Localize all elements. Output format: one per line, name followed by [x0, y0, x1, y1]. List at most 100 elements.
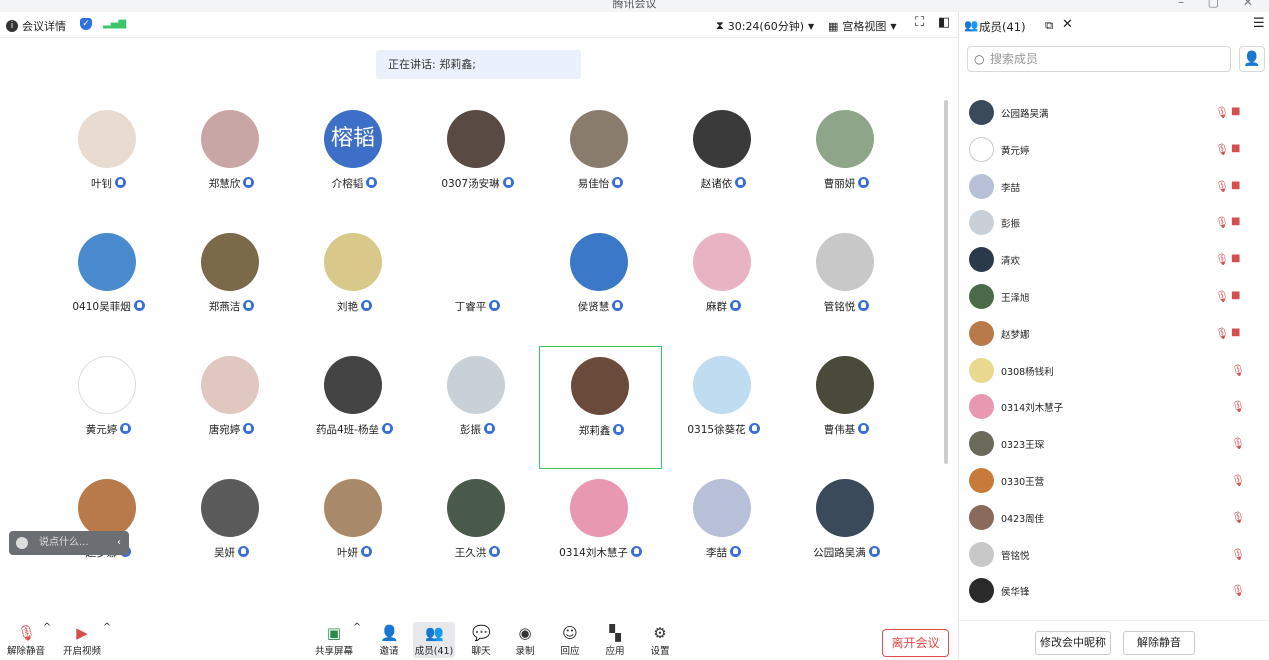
emoji-icon[interactable]	[16, 537, 28, 549]
camera-off-icon[interactable]: ■	[1231, 327, 1240, 338]
mic-muted-icon[interactable]: 🎙	[1231, 474, 1245, 487]
member-list-item[interactable]: 0308杨钱利 🎙	[969, 353, 1259, 389]
mic-muted-icon[interactable]: 🎙	[1215, 216, 1229, 229]
settings-button[interactable]: ⚙ 设置	[640, 622, 680, 657]
timer-dropdown[interactable]: ⧗ 30:24(60分钟) ▼	[716, 18, 814, 34]
close-icon[interactable]: ✕	[1062, 17, 1073, 32]
leave-meeting-button[interactable]: 离开会议	[882, 629, 949, 657]
member-list-item[interactable]: 管铭悦 🎙	[969, 537, 1259, 573]
security-shield-icon[interactable]: ✓	[80, 18, 92, 30]
menu-icon[interactable]: ☰	[1253, 16, 1265, 31]
network-signal-icon[interactable]: ▂▄▆	[103, 18, 126, 29]
member-list-item[interactable]: 清欢 🎙 ■	[969, 242, 1259, 278]
participant-tile[interactable]: 唐宛婷	[170, 346, 293, 469]
participant-name: 侯贤慧	[539, 299, 662, 314]
participant-tile[interactable]: 郑慧欣	[170, 100, 293, 223]
member-list-item[interactable]: 0314刘木慧子 🎙	[969, 389, 1259, 425]
members-button[interactable]: 👥 成员(41)	[413, 622, 455, 658]
member-list-item[interactable]: 侯华锋 🎙	[969, 573, 1259, 609]
mic-muted-icon[interactable]: 🎙	[1215, 327, 1229, 340]
member-name: 0314刘木慧子	[1001, 403, 1064, 415]
fullscreen-icon[interactable]: ⛶	[915, 15, 924, 30]
mic-muted-icon[interactable]: 🎙	[1231, 400, 1245, 413]
member-list-item[interactable]: 彭振 🎙 ■	[969, 205, 1259, 241]
mic-muted-icon[interactable]: 🎙	[1215, 106, 1229, 119]
mic-muted-icon[interactable]: 🎙	[1231, 548, 1245, 561]
member-list-item[interactable]: 黄元婷 🎙 ■	[969, 132, 1259, 168]
participant-tile[interactable]: 麻群	[662, 223, 785, 346]
start-video-button[interactable]: ▶ 开启视频	[62, 622, 102, 657]
participant-tile[interactable]: 药品4班-杨垒	[293, 346, 416, 469]
sidebar-toggle-icon[interactable]: ◧	[938, 15, 950, 30]
invite-button[interactable]: 👤 邀请	[369, 622, 409, 657]
participant-name: 易佳怡	[539, 176, 662, 191]
share-screen-label: 共享屏幕	[314, 646, 353, 657]
rename-button[interactable]: 修改会中昵称	[1035, 631, 1111, 655]
mic-muted-icon[interactable]: 🎙	[1231, 584, 1245, 597]
participant-tile[interactable]: 郑莉鑫	[539, 346, 662, 469]
apps-button[interactable]: ▚ 应用	[595, 622, 635, 657]
participant-tile[interactable]: 曹丽妍	[785, 100, 908, 223]
record-button[interactable]: ◉ 录制	[505, 622, 545, 657]
popout-icon[interactable]: ⧉	[1045, 18, 1053, 33]
participant-tile[interactable]: 李喆	[662, 469, 785, 592]
collapse-chevron-icon[interactable]: ‹	[117, 531, 121, 555]
participant-tile[interactable]: 0314刘木慧子	[539, 469, 662, 592]
participant-tile[interactable]: 刘艳	[293, 223, 416, 346]
invite-icon: 👤	[380, 624, 399, 642]
participant-tile[interactable]: 公园路吴满	[785, 469, 908, 592]
member-list-item[interactable]: 李喆 🎙 ■	[969, 169, 1259, 205]
camera-off-icon[interactable]: ■	[1231, 143, 1240, 154]
participant-tile[interactable]: 王久洪	[416, 469, 539, 592]
participant-tile[interactable]: 黄元婷	[47, 346, 170, 469]
participant-tile[interactable]: 赵诸依	[662, 100, 785, 223]
mic-muted-icon[interactable]: 🎙	[1231, 437, 1245, 450]
view-mode-dropdown[interactable]: ▦ 宫格视图 ▼	[828, 18, 897, 34]
video-options-chevron-icon[interactable]: ^	[100, 622, 114, 633]
participant-tile[interactable]: 曹伟基	[785, 346, 908, 469]
quick-chat-input[interactable]: 说点什么... ‹	[9, 531, 129, 555]
mic-muted-icon[interactable]: 🎙	[1231, 364, 1245, 377]
members-icon: 👥	[964, 18, 979, 32]
chat-button[interactable]: 💬 聊天	[461, 622, 501, 657]
member-list-item[interactable]: 0323王琛 🎙	[969, 426, 1259, 462]
participant-tile[interactable]: 丁睿平	[416, 223, 539, 346]
window-controls[interactable]: – ▢ ✕	[1178, 0, 1263, 8]
camera-off-icon[interactable]: ■	[1231, 290, 1240, 301]
participant-tile[interactable]: 管铭悦	[785, 223, 908, 346]
member-list-item[interactable]: 0330王营 🎙	[969, 463, 1259, 499]
participant-tile[interactable]: 榕韬 介榕韬	[293, 100, 416, 223]
member-list-item[interactable]: 公园路吴满 🎙 ■	[969, 95, 1259, 131]
participant-tile[interactable]: 叶钊	[47, 100, 170, 223]
participant-tile[interactable]: 易佳怡	[539, 100, 662, 223]
add-member-button[interactable]: 👤	[1239, 46, 1265, 72]
mic-muted-icon[interactable]: 🎙	[1215, 290, 1229, 303]
meeting-details-button[interactable]: i 会议详情	[6, 18, 66, 34]
mic-muted-icon[interactable]: 🎙	[1215, 143, 1229, 156]
participant-tile[interactable]: 吴妍	[170, 469, 293, 592]
member-search-input[interactable]: ○ 搜索成员	[967, 46, 1231, 72]
participant-tile[interactable]: 彭振	[416, 346, 539, 469]
mic-muted-icon[interactable]: 🎙	[1215, 180, 1229, 193]
mic-muted-icon[interactable]: 🎙	[1215, 253, 1229, 266]
participant-tile[interactable]: 侯贤慧	[539, 223, 662, 346]
camera-off-icon[interactable]: ■	[1231, 253, 1240, 264]
camera-off-icon[interactable]: ■	[1231, 106, 1240, 117]
share-options-chevron-icon[interactable]: ^	[350, 622, 364, 633]
grid-scrollbar[interactable]	[944, 100, 948, 464]
react-button[interactable]: ☺ 回应	[550, 622, 590, 657]
mic-muted-icon[interactable]: 🎙	[1231, 511, 1245, 524]
participant-tile[interactable]: 0307汤安琳	[416, 100, 539, 223]
unmute-all-button[interactable]: 解除静音	[1123, 631, 1195, 655]
participant-tile[interactable]: 0315徐葵花	[662, 346, 785, 469]
camera-off-icon[interactable]: ■	[1231, 216, 1240, 227]
participant-tile[interactable]: 0410吴菲烟	[47, 223, 170, 346]
audio-options-chevron-icon[interactable]: ^	[40, 622, 54, 633]
share-screen-button[interactable]: ▣ 共享屏幕	[314, 622, 354, 657]
camera-off-icon[interactable]: ■	[1231, 180, 1240, 191]
participant-tile[interactable]: 叶妍	[293, 469, 416, 592]
member-list-item[interactable]: 赵梦娜 🎙 ■	[969, 316, 1259, 352]
participant-tile[interactable]: 郑燕洁	[170, 223, 293, 346]
member-list-item[interactable]: 王泽旭 🎙 ■	[969, 279, 1259, 315]
member-list-item[interactable]: 0423周佳 🎙	[969, 500, 1259, 536]
